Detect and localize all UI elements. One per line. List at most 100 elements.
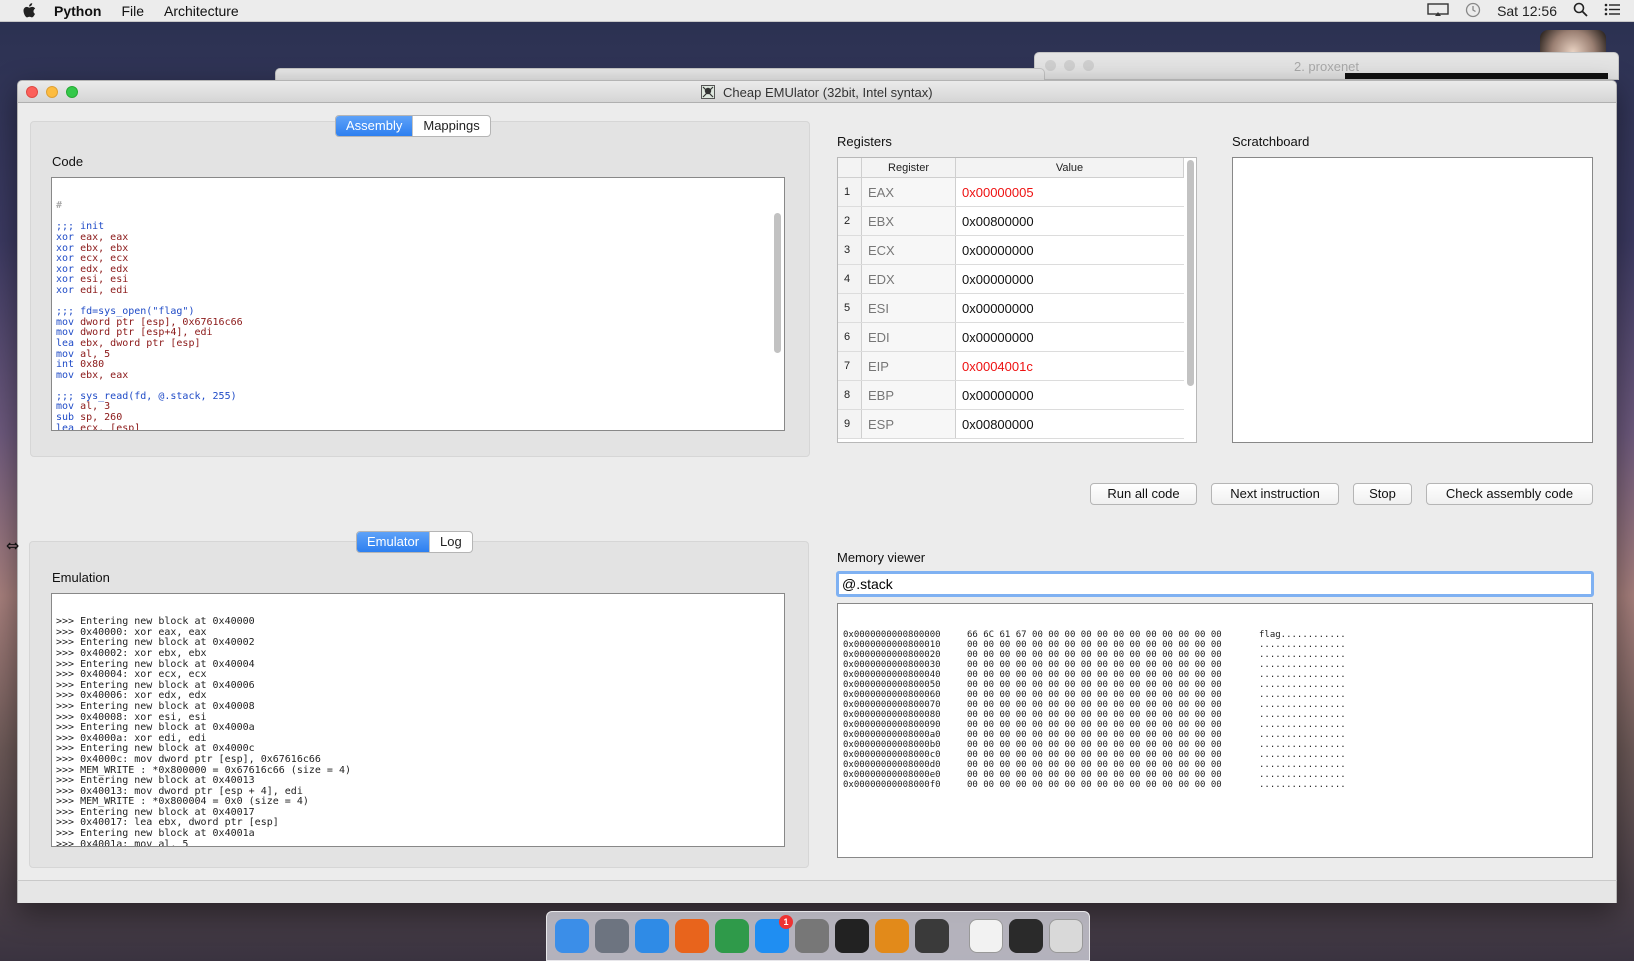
code-label: Code <box>52 154 84 169</box>
memory-hexdump[interactable]: 0x0000000000800000 66 6C 61 67 00 00 00 0… <box>837 603 1593 858</box>
register-row-ecx[interactable]: 3 ECX 0x00000000 <box>838 236 1184 265</box>
registers-table[interactable]: Register Value 1 EAX 0x00000005 2 EBX 0x00800… <box>837 157 1197 443</box>
terminal-window-icon[interactable] <box>1009 919 1043 953</box>
memory-row-address: 0x0000000000800020 <box>843 650 941 660</box>
code-line: mov al, 5 <box>56 348 111 360</box>
register-row-ebp[interactable]: 8 EBP 0x00000000 <box>838 381 1184 410</box>
register-row-index: 6 <box>838 323 862 351</box>
menu-app-name[interactable]: Python <box>54 3 101 19</box>
register-column-header[interactable]: Register <box>862 158 956 177</box>
stop-button[interactable]: Stop <box>1353 483 1412 505</box>
memory-row-ascii: ................ <box>1259 670 1346 680</box>
system-preferences-icon[interactable] <box>795 919 829 953</box>
code-line: # <box>56 200 63 212</box>
notification-badge: 1 <box>779 915 793 929</box>
code-line: ;;; sys_read(fd, @.stack, 255) <box>56 390 237 402</box>
memory-address-input[interactable] <box>836 571 1594 597</box>
code-editor[interactable]: # ;;; init xor eax, eax xor ebx, ebx xor ec… <box>51 177 785 431</box>
window-titlebar[interactable]: Cheap EMUlator (32bit, Intel syntax) <box>18 81 1616 103</box>
launchpad-icon[interactable] <box>595 919 629 953</box>
register-value[interactable]: 0x00000000 <box>956 323 1184 351</box>
terminal-icon[interactable] <box>835 919 869 953</box>
memory-row: 0x0000000000800090 00 00 00 00 00 00 00 0… <box>843 720 1587 730</box>
emulation-output[interactable]: >>> Entering new block at 0x40000 >>> 0x4… <box>51 593 785 847</box>
emulation-line: >>> Entering new block at 0x40008 <box>56 700 255 712</box>
memory-row-ascii: ................ <box>1259 640 1346 650</box>
memory-row-ascii: ................ <box>1259 700 1346 710</box>
firefox-icon[interactable] <box>675 919 709 953</box>
register-row-ebx[interactable]: 2 EBX 0x00800000 <box>838 207 1184 236</box>
register-value[interactable]: 0x00000000 <box>956 265 1184 293</box>
memory-row-ascii: ................ <box>1259 760 1346 770</box>
finder-icon[interactable] <box>555 919 589 953</box>
register-value[interactable]: 0x00800000 <box>956 207 1184 235</box>
emulation-line: >>> 0x40002: xor ebx, ebx <box>56 647 207 659</box>
tab-mappings[interactable]: Mappings <box>412 116 489 136</box>
time-machine-icon[interactable] <box>1465 2 1481 21</box>
code-scrollbar[interactable] <box>774 213 781 353</box>
spotlight-search-icon[interactable] <box>1573 2 1588 20</box>
register-value[interactable]: 0x00800000 <box>956 410 1184 438</box>
notification-center-icon[interactable] <box>1604 3 1620 19</box>
register-value[interactable]: 0x00000000 <box>956 381 1184 409</box>
register-row-eax[interactable]: 1 EAX 0x00000005 <box>838 178 1184 207</box>
scratchboard-textarea[interactable] <box>1232 157 1593 443</box>
memory-row-hex: 00 00 00 00 00 00 00 00 00 00 00 00 00 0… <box>967 700 1222 710</box>
code-line: xor eax, eax <box>56 231 129 243</box>
code-line: sub sp, 260 <box>56 412 123 424</box>
registers-label: Registers <box>837 134 892 149</box>
register-name: EDI <box>862 323 956 351</box>
code-line: mov al, 3 <box>56 401 111 413</box>
code-line: xor edi, edi <box>56 284 129 296</box>
tab-log[interactable]: Log <box>429 532 472 552</box>
tab-assembly[interactable]: Assembly <box>336 116 413 136</box>
register-row-index: 8 <box>838 381 862 409</box>
memory-row-ascii: ................ <box>1259 680 1346 690</box>
register-row-esp[interactable]: 9 ESP 0x00800000 <box>838 410 1184 439</box>
memory-row: 0x0000000000800000 66 6C 61 67 00 00 00 0… <box>843 630 1587 640</box>
window-title: Cheap EMUlator (32bit, Intel syntax) <box>18 85 1616 102</box>
emulation-lines: >>> Entering new block at 0x40000 >>> 0x4… <box>56 617 780 846</box>
registers-table-header: Register Value <box>838 158 1184 178</box>
memory-row: 0x00000000008000d0 00 00 00 00 00 00 00 0… <box>843 760 1587 770</box>
memory-row-hex: 00 00 00 00 00 00 00 00 00 00 00 00 00 0… <box>967 710 1222 720</box>
next-instruction-button[interactable]: Next instruction <box>1211 483 1339 505</box>
memory-row: 0x0000000000800060 00 00 00 00 00 00 00 0… <box>843 690 1587 700</box>
code-panel-tabs: Assembly Mappings <box>335 115 491 137</box>
register-value[interactable]: 0x00000005 <box>956 178 1184 206</box>
menu-file[interactable]: File <box>121 3 144 19</box>
memory-row-hex: 00 00 00 00 00 00 00 00 00 00 00 00 00 0… <box>967 680 1222 690</box>
memory-row-hex: 00 00 00 00 00 00 00 00 00 00 00 00 00 0… <box>967 720 1222 730</box>
memory-row: 0x0000000000800070 00 00 00 00 00 00 00 0… <box>843 700 1587 710</box>
memory-row-address: 0x00000000008000b0 <box>843 740 941 750</box>
dock-apps: 1 <box>555 915 949 953</box>
memory-row: 0x0000000000800020 00 00 00 00 00 00 00 0… <box>843 650 1587 660</box>
airplay-icon[interactable] <box>1427 2 1449 20</box>
chrome-icon[interactable] <box>715 919 749 953</box>
register-row-esi[interactable]: 5 ESI 0x00000000 <box>838 294 1184 323</box>
menubar-clock[interactable]: Sat 12:56 <box>1497 3 1557 19</box>
safari-icon[interactable] <box>635 919 669 953</box>
apple-icon[interactable] <box>20 2 38 20</box>
app-store-icon[interactable]: 1 <box>755 915 793 953</box>
code-line: mov ebx, eax <box>56 369 129 381</box>
document-icon[interactable] <box>969 919 1003 953</box>
sublime-text-icon[interactable] <box>875 919 909 953</box>
register-row-edi[interactable]: 6 EDI 0x00000000 <box>838 323 1184 352</box>
register-value[interactable]: 0x00000000 <box>956 236 1184 264</box>
menu-architecture[interactable]: Architecture <box>164 3 239 19</box>
trash-icon[interactable] <box>1049 919 1083 953</box>
code-line: xor ebx, ebx <box>56 242 129 254</box>
check-assembly-code-button[interactable]: Check assembly code <box>1426 483 1593 505</box>
register-row-edx[interactable]: 4 EDX 0x00000000 <box>838 265 1184 294</box>
register-row-eip[interactable]: 7 EIP 0x0004001c <box>838 352 1184 381</box>
register-value[interactable]: 0x00000000 <box>956 294 1184 322</box>
scratchboard-label: Scratchboard <box>1232 134 1310 149</box>
register-value[interactable]: 0x0004001c <box>956 352 1184 380</box>
registers-scrollbar[interactable] <box>1187 160 1194 386</box>
run-all-code-button[interactable]: Run all code <box>1090 483 1197 505</box>
background-window[interactable]: 2. proxenet <box>1034 52 1619 80</box>
cemu-icon[interactable] <box>915 919 949 953</box>
value-column-header[interactable]: Value <box>956 158 1184 177</box>
tab-emulator[interactable]: Emulator <box>357 532 430 552</box>
